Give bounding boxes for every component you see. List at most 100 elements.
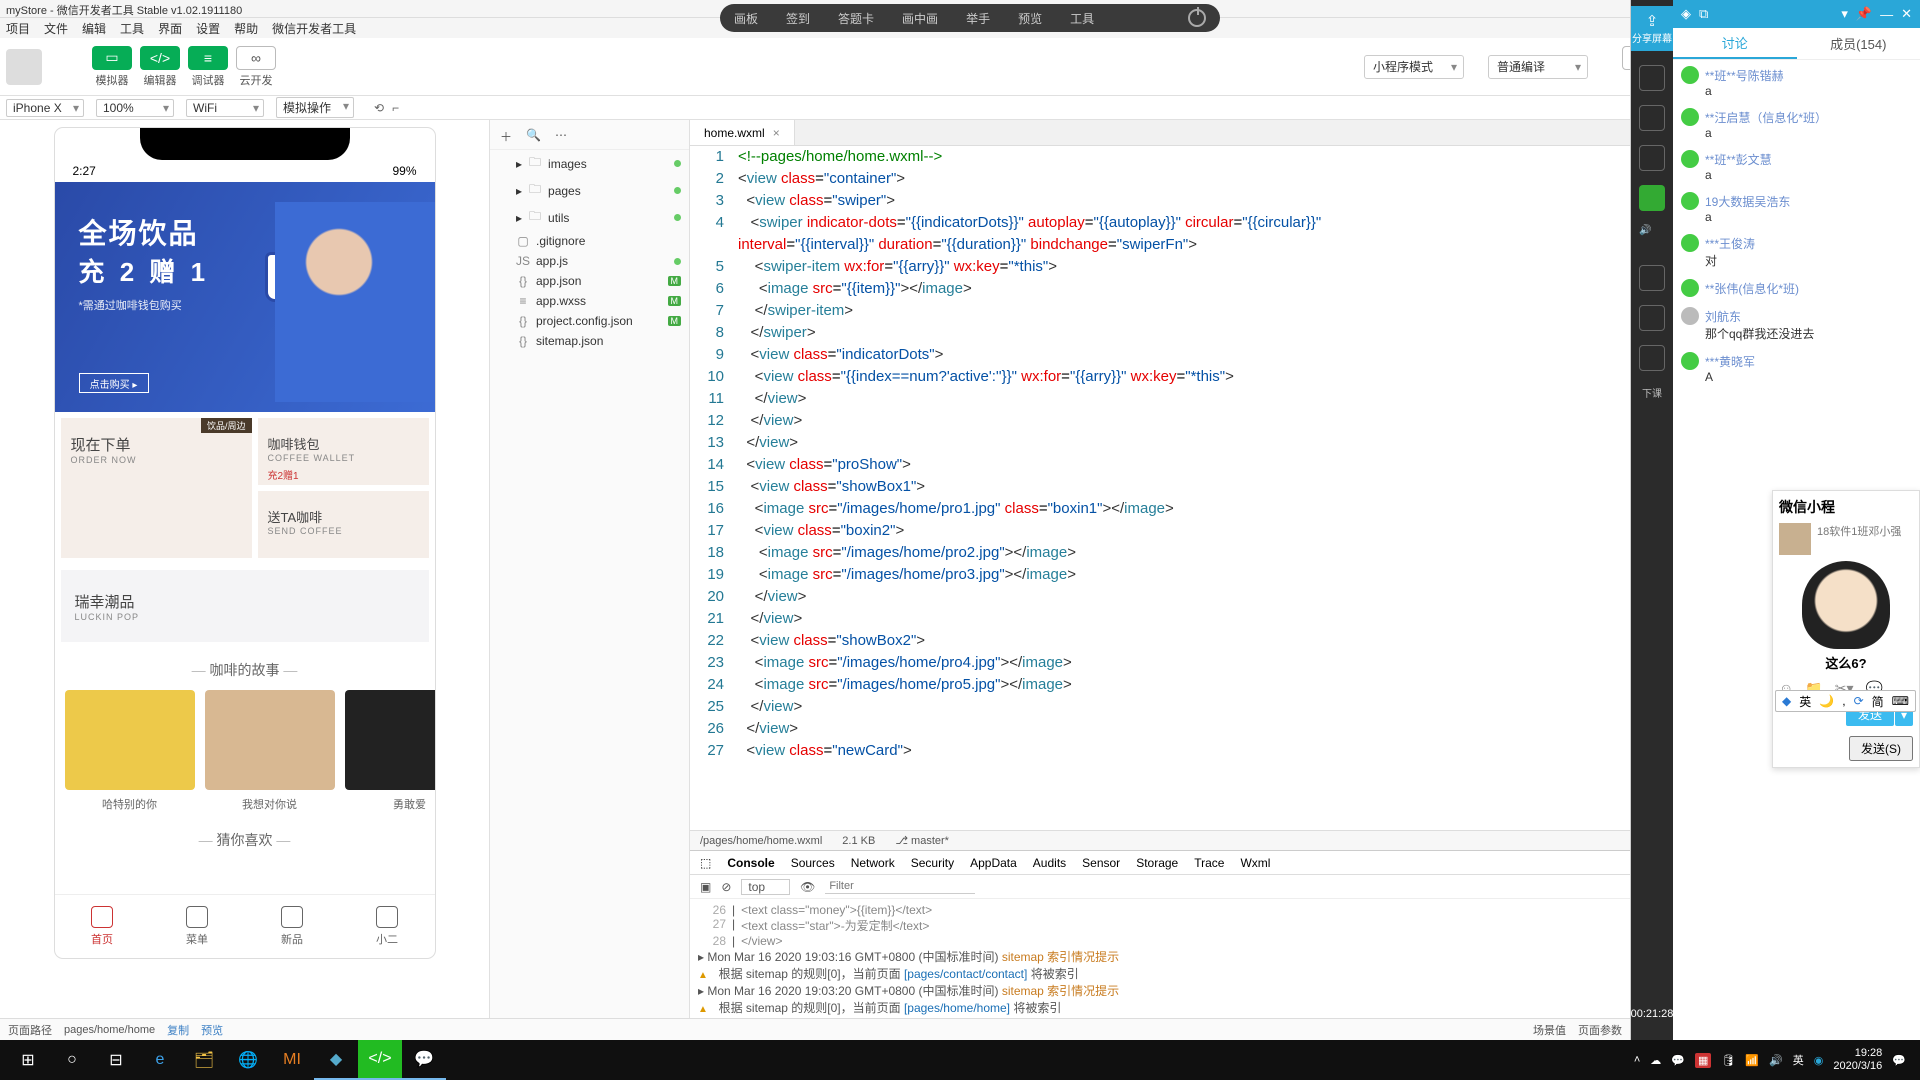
devtools-tab[interactable]: Trace [1194, 856, 1224, 870]
tray-sogou-icon[interactable]: ◉ [1814, 1054, 1824, 1067]
pill-item[interactable]: 举手 [966, 10, 990, 27]
wechat-icon[interactable]: 💬 [402, 1040, 446, 1080]
network-select[interactable]: WiFi [186, 99, 264, 117]
file-row[interactable]: ▢.gitignore [490, 231, 689, 251]
devtools-tab[interactable]: Audits [1033, 856, 1066, 870]
devtools-icon[interactable]: </> [358, 1040, 402, 1080]
card-order-now[interactable]: 饮品/周边现在下单ORDER NOW [61, 418, 252, 558]
tab-bar-item[interactable]: 小二 [340, 895, 435, 958]
devtools-tab[interactable]: Sources [791, 856, 835, 870]
file-row[interactable]: {}sitemap.json [490, 331, 689, 351]
tray-volume-icon[interactable]: 🔊 [1769, 1054, 1783, 1067]
compile-mode-dropdown[interactable]: 普通编译 [1488, 55, 1588, 79]
menu-item[interactable]: 项目 [6, 20, 30, 36]
devtools-tab[interactable]: Storage [1136, 856, 1178, 870]
timer-icon[interactable] [1639, 345, 1665, 371]
devtools-tab[interactable]: Wxml [1240, 856, 1270, 870]
close-icon[interactable]: ✕ [1901, 6, 1912, 22]
pill-item[interactable]: 画板 [734, 10, 758, 27]
clear-console-icon[interactable]: ⊘ [721, 880, 731, 894]
tab-bar-item[interactable]: 新品 [245, 895, 340, 958]
close-tab-icon[interactable]: × [773, 126, 780, 140]
devtools-tab[interactable]: Sensor [1082, 856, 1120, 870]
devtools-tab[interactable]: Security [911, 856, 954, 870]
tab-bar-item[interactable]: 菜单 [150, 895, 245, 958]
card-send-coffee[interactable]: 送TA咖啡SEND COFFEE [258, 491, 429, 558]
explorer-add-icon[interactable]: ＋ [500, 128, 512, 145]
dropdown-icon[interactable]: ▾ [1841, 6, 1848, 22]
tab-members[interactable]: 成员(154) [1797, 28, 1920, 59]
pill-item[interactable]: 工具 [1070, 10, 1094, 27]
menu-item[interactable]: 工具 [120, 20, 144, 36]
file-row[interactable]: {}app.jsonM [490, 271, 689, 291]
taskview-icon[interactable]: ⊟ [94, 1040, 138, 1080]
cortana-icon[interactable]: ○ [50, 1040, 94, 1080]
mic-icon[interactable] [1639, 185, 1665, 211]
expand-icon[interactable] [1639, 305, 1665, 331]
app-icon-1[interactable]: ◆ [314, 1040, 358, 1080]
toggle-panel-icon[interactable]: ▣ [700, 880, 711, 894]
user-avatar[interactable] [6, 49, 42, 85]
tray-up-icon[interactable]: ˄ [1634, 1054, 1640, 1066]
copy-link[interactable]: 复制 [167, 1022, 189, 1038]
share-screen-button[interactable]: ⇪分享屏幕 [1631, 6, 1673, 51]
file-row[interactable]: {}project.config.jsonM [490, 311, 689, 331]
minimize-icon[interactable]: — [1880, 7, 1893, 22]
tray-lang-icon[interactable]: 英 [1793, 1052, 1804, 1068]
console-filter-input[interactable] [825, 879, 975, 894]
video-icon[interactable] [1639, 105, 1665, 131]
folder-row[interactable]: ▸🗀pages [490, 177, 689, 204]
tray-red-icon[interactable]: ▦ [1695, 1053, 1711, 1068]
refresh-icon[interactable]: ⟲ [374, 101, 384, 115]
editor-button[interactable]: </>编辑器 [140, 46, 180, 88]
tray-clock[interactable]: 19:282020/3/16 [1833, 1047, 1882, 1073]
chrome-icon[interactable]: 🌐 [226, 1040, 270, 1080]
devtools-tab[interactable]: Network [851, 856, 895, 870]
camera-icon[interactable] [1639, 145, 1665, 171]
pin-left-icon[interactable]: ◈ [1681, 6, 1691, 22]
menu-item[interactable]: 帮助 [234, 20, 258, 36]
menu-item[interactable]: 文件 [44, 20, 68, 36]
tab-discuss[interactable]: 讨论 [1673, 28, 1797, 59]
tab-bar-item[interactable]: 首页 [55, 895, 150, 958]
explorer-search-icon[interactable]: 🔍 [526, 128, 541, 145]
ppt-icon[interactable] [1639, 65, 1665, 91]
edge-icon[interactable]: e [138, 1040, 182, 1080]
popout-icon[interactable]: ⧉ [1699, 6, 1708, 22]
music-icon[interactable] [1639, 265, 1665, 291]
folder-row[interactable]: ▸🗀images [490, 150, 689, 177]
tray-wechat-icon[interactable]: 💬 [1671, 1054, 1685, 1067]
zoom-select[interactable]: 100% [96, 99, 174, 117]
file-row[interactable]: JSapp.js [490, 251, 689, 271]
tray-notif-icon[interactable]: 💬 [1892, 1054, 1906, 1067]
menu-item[interactable]: 界面 [158, 20, 182, 36]
simulator-button[interactable]: ▭模拟器 [92, 46, 132, 88]
editor-tab-home-wxml[interactable]: home.wxml× [690, 120, 795, 145]
ime-toolbar[interactable]: ◆英 🌙, ⟳简 ⌨ [1775, 690, 1916, 712]
file-row[interactable]: ≡app.wxssM [490, 291, 689, 311]
tray-cloud-icon[interactable]: ☁ [1650, 1054, 1661, 1067]
rotate-icon[interactable]: ⌐ [392, 101, 399, 115]
send-button[interactable]: 发送(S) [1849, 736, 1913, 761]
story-card[interactable]: 哈特别的你 [65, 690, 195, 812]
sim-action-select[interactable]: 模拟操作 [276, 97, 354, 118]
debugger-button[interactable]: ≡调试器 [188, 46, 228, 88]
mi-icon[interactable]: MI [270, 1040, 314, 1080]
pill-item[interactable]: 画中画 [902, 10, 938, 27]
devtools-tab[interactable]: AppData [970, 856, 1017, 870]
sim-banner[interactable]: ⋯◎ 全场饮品 充 2 赠 1 *需通过咖啡钱包购买 点击购买 ▸ [55, 182, 435, 412]
story-card[interactable]: 勇敢爱 [345, 690, 435, 812]
tray-db-icon[interactable]: 🛢 [1721, 1054, 1735, 1067]
pill-item[interactable]: 预览 [1018, 10, 1042, 27]
preview-link[interactable]: 预览 [201, 1022, 223, 1038]
explorer-icon[interactable]: 🗂 [182, 1040, 226, 1080]
mode-dropdown[interactable]: 小程序模式 [1364, 55, 1464, 79]
folder-row[interactable]: ▸🗀utils [490, 204, 689, 231]
device-select[interactable]: iPhone X [6, 99, 84, 117]
start-button[interactable]: ⊞ [6, 1040, 50, 1080]
pill-item[interactable]: 签到 [786, 10, 810, 27]
card-wallet[interactable]: 咖啡钱包COFFEE WALLET充2赠1 [258, 418, 429, 485]
eye-icon[interactable]: 👁 [800, 880, 815, 894]
card-luckin-pop[interactable]: 瑞幸潮品LUCKIN POP [61, 570, 429, 642]
audio-off-icon[interactable]: 🔊 [1639, 225, 1665, 251]
